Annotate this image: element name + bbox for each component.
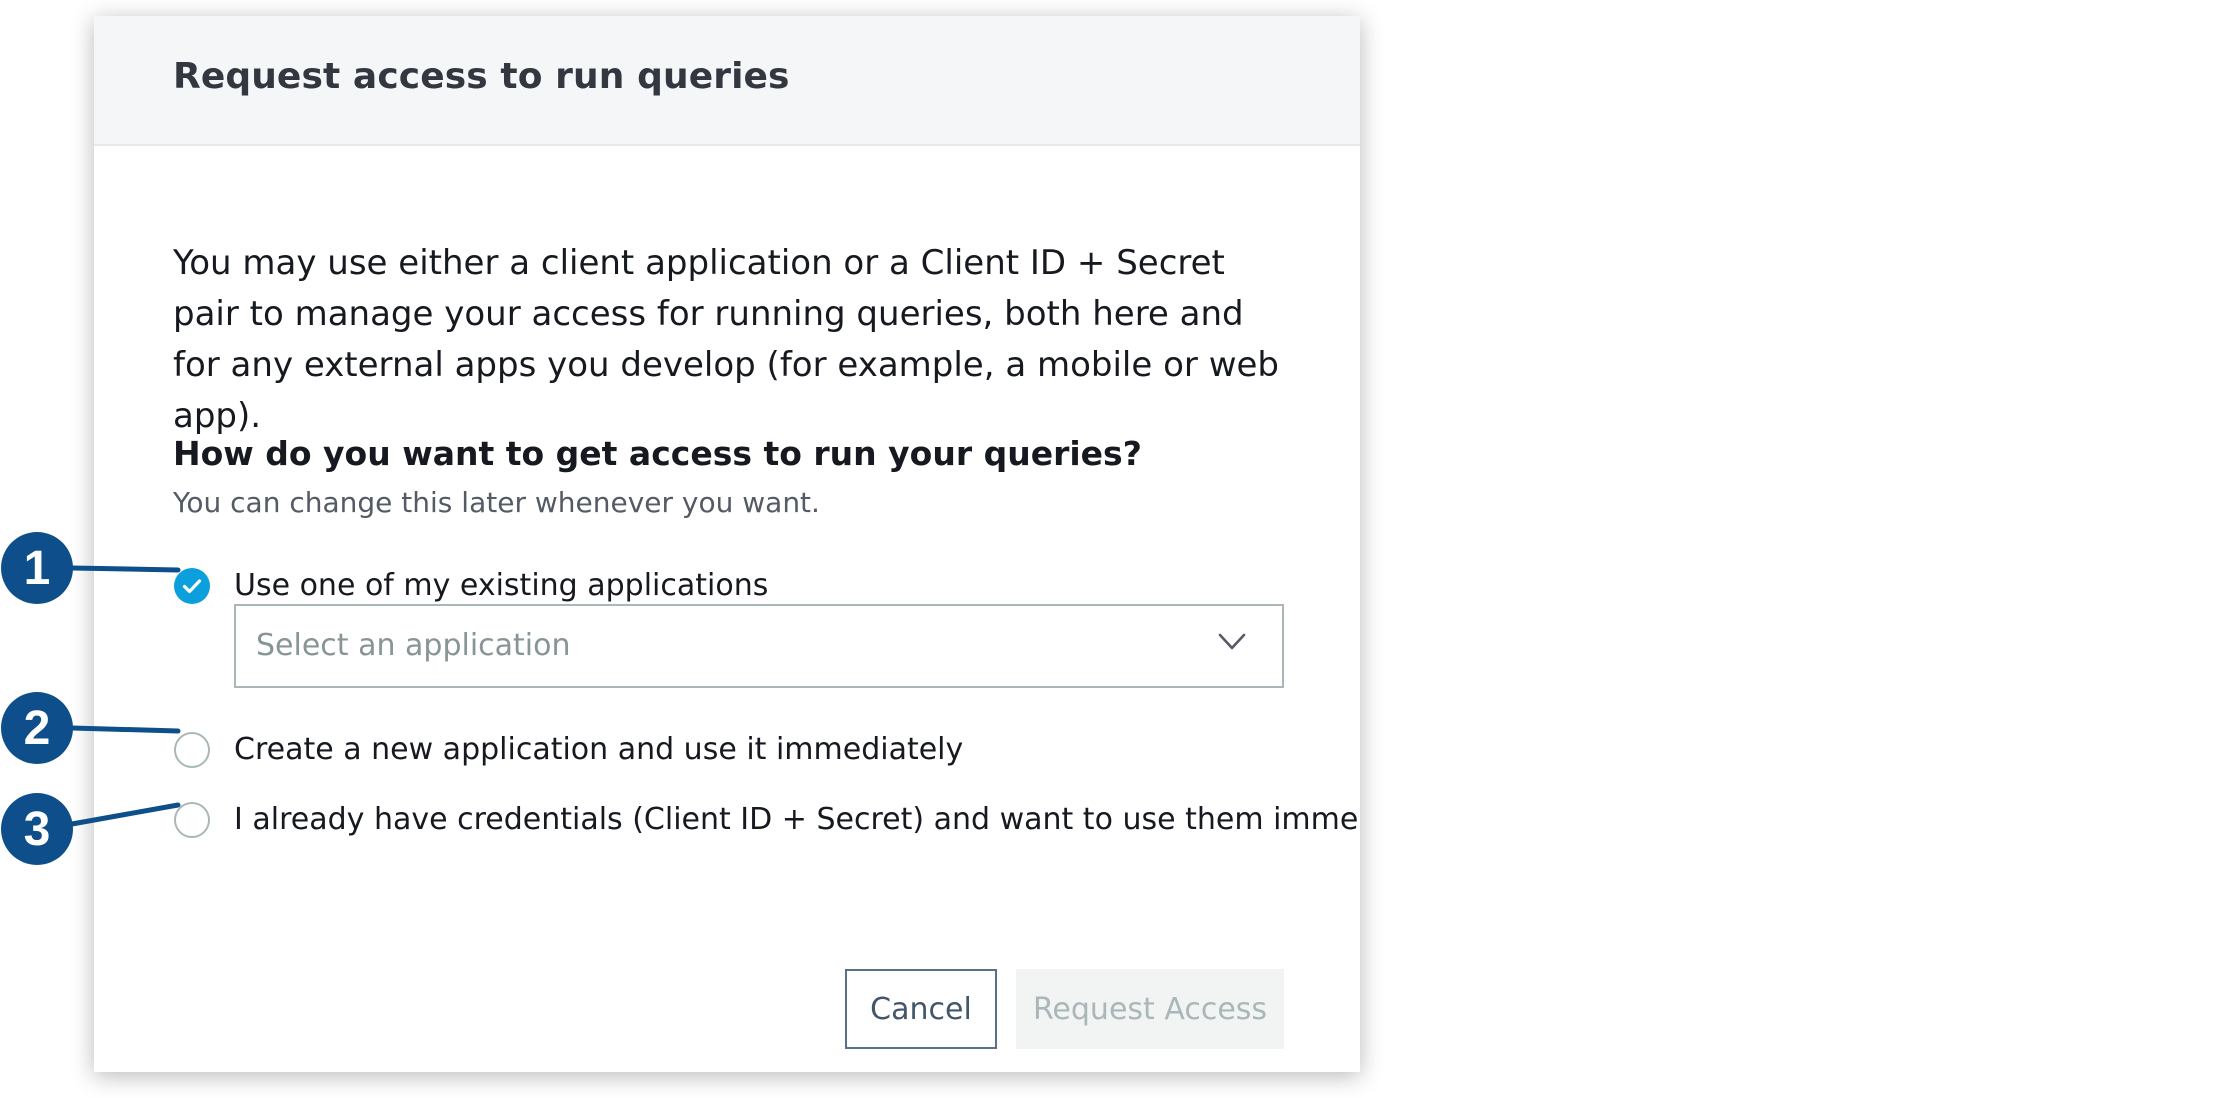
callout-1: 1	[1, 532, 73, 604]
stage: 1 2 3 Request access to run queries You …	[0, 0, 2236, 1098]
callout-2: 2	[1, 692, 73, 764]
callout-3: 3	[1, 793, 73, 865]
callout-leader-lines	[69, 565, 181, 827]
